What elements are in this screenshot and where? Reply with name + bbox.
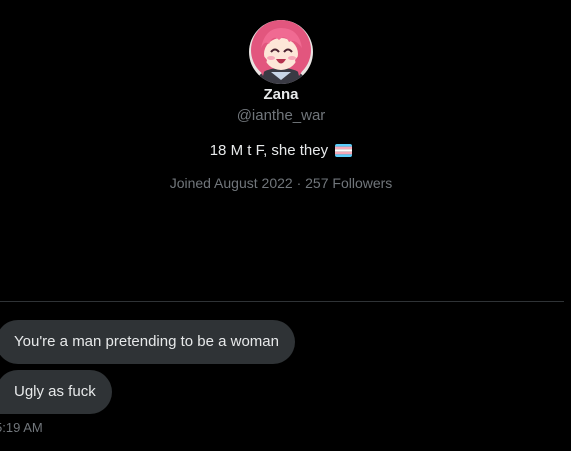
bio-text: 18 M t F, she they xyxy=(209,142,329,159)
divider xyxy=(0,301,564,302)
joined-date: Joined August 2022 xyxy=(169,175,293,191)
display-name[interactable]: Zana xyxy=(0,86,562,103)
avatar-image xyxy=(249,20,313,84)
message-bubble[interactable]: Ugly as fuck xyxy=(0,370,112,414)
followers-count[interactable]: 257 Followers xyxy=(305,175,392,191)
user-handle: @ianthe_war xyxy=(236,107,326,124)
message-bubble[interactable]: You're a man pretending to be a woman xyxy=(0,320,295,364)
avatar[interactable] xyxy=(249,20,313,84)
transgender-flag-icon xyxy=(335,144,353,157)
bio: 18 M t F, she they xyxy=(0,142,562,159)
dm-conversation: Zana @ianthe_war 18 M t F, she they Join… xyxy=(0,0,571,451)
message-timestamp: 5:19 AM xyxy=(0,420,43,435)
profile-meta: Joined August 2022 · 257 Followers xyxy=(0,175,562,191)
meta-separator: · xyxy=(292,175,306,191)
